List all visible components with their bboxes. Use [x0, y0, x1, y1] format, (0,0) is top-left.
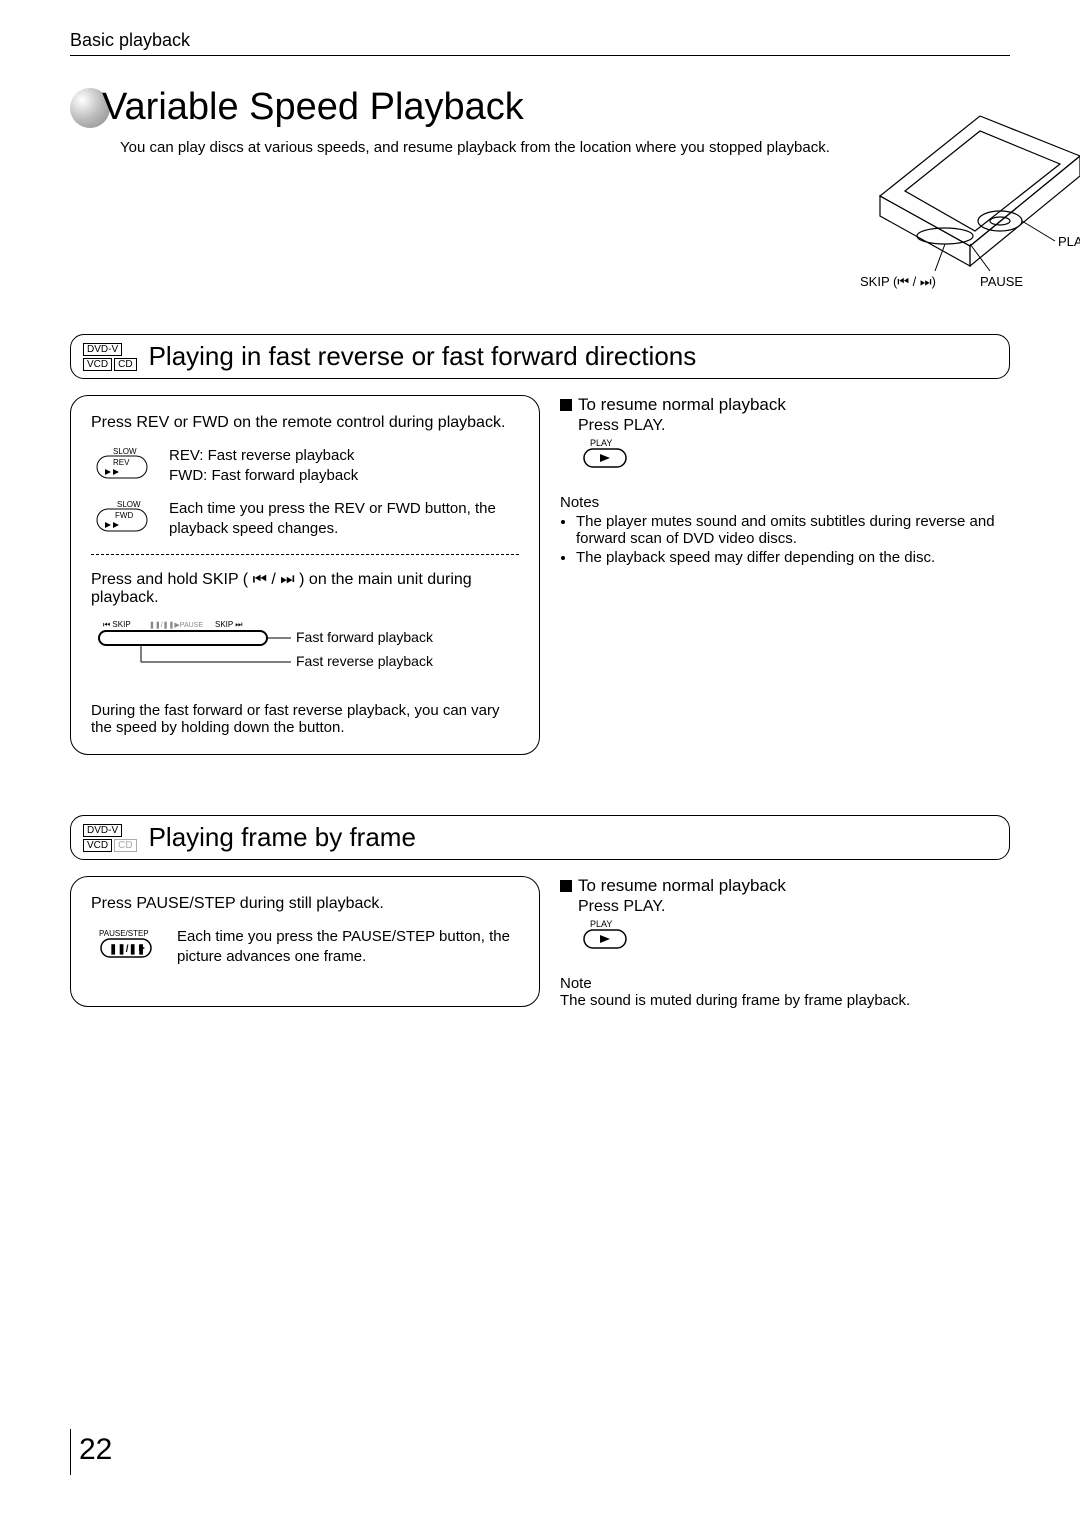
s1-footnote: During the fast forward or fast reverse …	[91, 702, 519, 736]
section1-title: Playing in fast reverse or fast forward …	[149, 341, 697, 372]
section2-title: Playing frame by frame	[149, 822, 416, 853]
svg-text:⏮ SKIP: ⏮ SKIP	[103, 620, 131, 629]
s1-notes-heading: Notes	[560, 494, 1010, 511]
device-play-label: PLAY	[1058, 234, 1080, 249]
page-title: Variable Speed Playback	[102, 86, 524, 129]
section2-box: Press PAUSE/STEP during still playback. …	[70, 876, 540, 1007]
svg-text:SKIP ⏭: SKIP ⏭	[215, 620, 243, 629]
s2-resume-text: Press PLAY.	[560, 898, 1010, 916]
section1-content: Press REV or FWD on the remote control d…	[70, 395, 1010, 755]
svg-text:PLAY: PLAY	[590, 919, 612, 929]
page-title-wrap: Variable Speed Playback	[70, 86, 830, 129]
dvd-player-icon: PLAY SKIP (⏮ / ⏭) PAUSE	[850, 86, 1080, 306]
s1-note2: The playback speed may differ depending …	[576, 549, 1010, 566]
intro-text: You can play discs at various speeds, an…	[70, 139, 830, 156]
section2-header: DVD-V VCD CD Playing frame by frame	[70, 815, 1010, 860]
s1-resume-heading: To resume normal playback	[560, 395, 1010, 415]
section2-badges: DVD-V VCD CD	[83, 824, 137, 852]
section1-right: To resume normal playback Press PLAY. PL…	[560, 395, 1010, 566]
svg-text:Fast reverse playback: Fast reverse playback	[296, 653, 434, 669]
section1-badges: DVD-V VCD CD	[83, 343, 137, 371]
dashed-divider	[91, 554, 519, 555]
main-unit-buttons-icon: ⏮ SKIP ❚❚/❚❚▶PAUSE SKIP ⏭ Fast forward p…	[91, 617, 511, 677]
fwd-button-icon: SLOW FWD	[91, 499, 153, 535]
s1-unit-lead: Press and hold SKIP ( ⏮ / ⏭ ) on the mai…	[91, 571, 519, 607]
s1-resume-text: Press PLAY.	[560, 417, 1010, 435]
badge-vcd: VCD	[83, 358, 112, 371]
s1-notes-list: The player mutes sound and omits subtitl…	[560, 513, 1010, 566]
s2-note-heading: Note	[560, 975, 1010, 992]
section2-right: To resume normal playback Press PLAY. PL…	[560, 876, 1010, 1009]
pause-step-button-icon: PAUSE/STEP ❚❚/❚❚	[91, 927, 161, 963]
s2-lead: Press PAUSE/STEP during still playback.	[91, 895, 519, 913]
section1-header: DVD-V VCD CD Playing in fast reverse or …	[70, 334, 1010, 379]
svg-text:PLAY: PLAY	[590, 438, 612, 448]
section1-box: Press REV or FWD on the remote control d…	[70, 395, 540, 755]
badge-dvdv-2: DVD-V	[83, 824, 122, 837]
svg-text:FWD: FWD	[115, 511, 133, 520]
play-button-icon: PLAY	[578, 437, 632, 471]
section2-content: Press PAUSE/STEP during still playback. …	[70, 876, 1010, 1009]
badge-vcd-2: VCD	[83, 839, 112, 852]
s1-lead: Press REV or FWD on the remote control d…	[91, 414, 519, 432]
svg-text:Fast forward playback: Fast forward playback	[296, 629, 434, 645]
svg-text:SKIP (⏮ / ⏭): SKIP (⏮ / ⏭)	[860, 274, 936, 289]
svg-text:PAUSE/STEP: PAUSE/STEP	[99, 929, 149, 938]
badge-dvdv: DVD-V	[83, 343, 122, 356]
play-button-icon-2: PLAY	[578, 918, 632, 952]
s2-resume-heading: To resume normal playback	[560, 876, 1010, 896]
breadcrumb: Basic playback	[70, 30, 1010, 56]
badge-cd: CD	[114, 358, 136, 371]
device-illustration-area: PLAY SKIP (⏮ / ⏭) PAUSE	[850, 86, 1080, 306]
s2-desc: Each time you press the PAUSE/STEP butto…	[177, 927, 519, 966]
title-block: Variable Speed Playback You can play dis…	[70, 86, 830, 156]
svg-text:❚❚/❚❚▶PAUSE: ❚❚/❚❚▶PAUSE	[149, 621, 203, 629]
device-pause-label: PAUSE	[980, 274, 1023, 289]
svg-text:SLOW: SLOW	[113, 447, 137, 456]
rev-desc: REV: Fast reverse playback FWD: Fast for…	[169, 446, 358, 485]
page-number: 22	[70, 1429, 1010, 1475]
fwd-desc: Each time you press the REV or FWD butto…	[169, 499, 519, 538]
badge-cd-dim: CD	[114, 839, 136, 852]
s2-note1: The sound is muted during frame by frame…	[560, 992, 1010, 1009]
title-row: Variable Speed Playback You can play dis…	[70, 86, 1010, 306]
svg-text:SLOW: SLOW	[117, 500, 141, 509]
svg-text:REV: REV	[113, 458, 130, 467]
s1-note1: The player mutes sound and omits subtitl…	[576, 513, 1010, 547]
rev-button-icon: SLOW REV	[91, 446, 153, 482]
